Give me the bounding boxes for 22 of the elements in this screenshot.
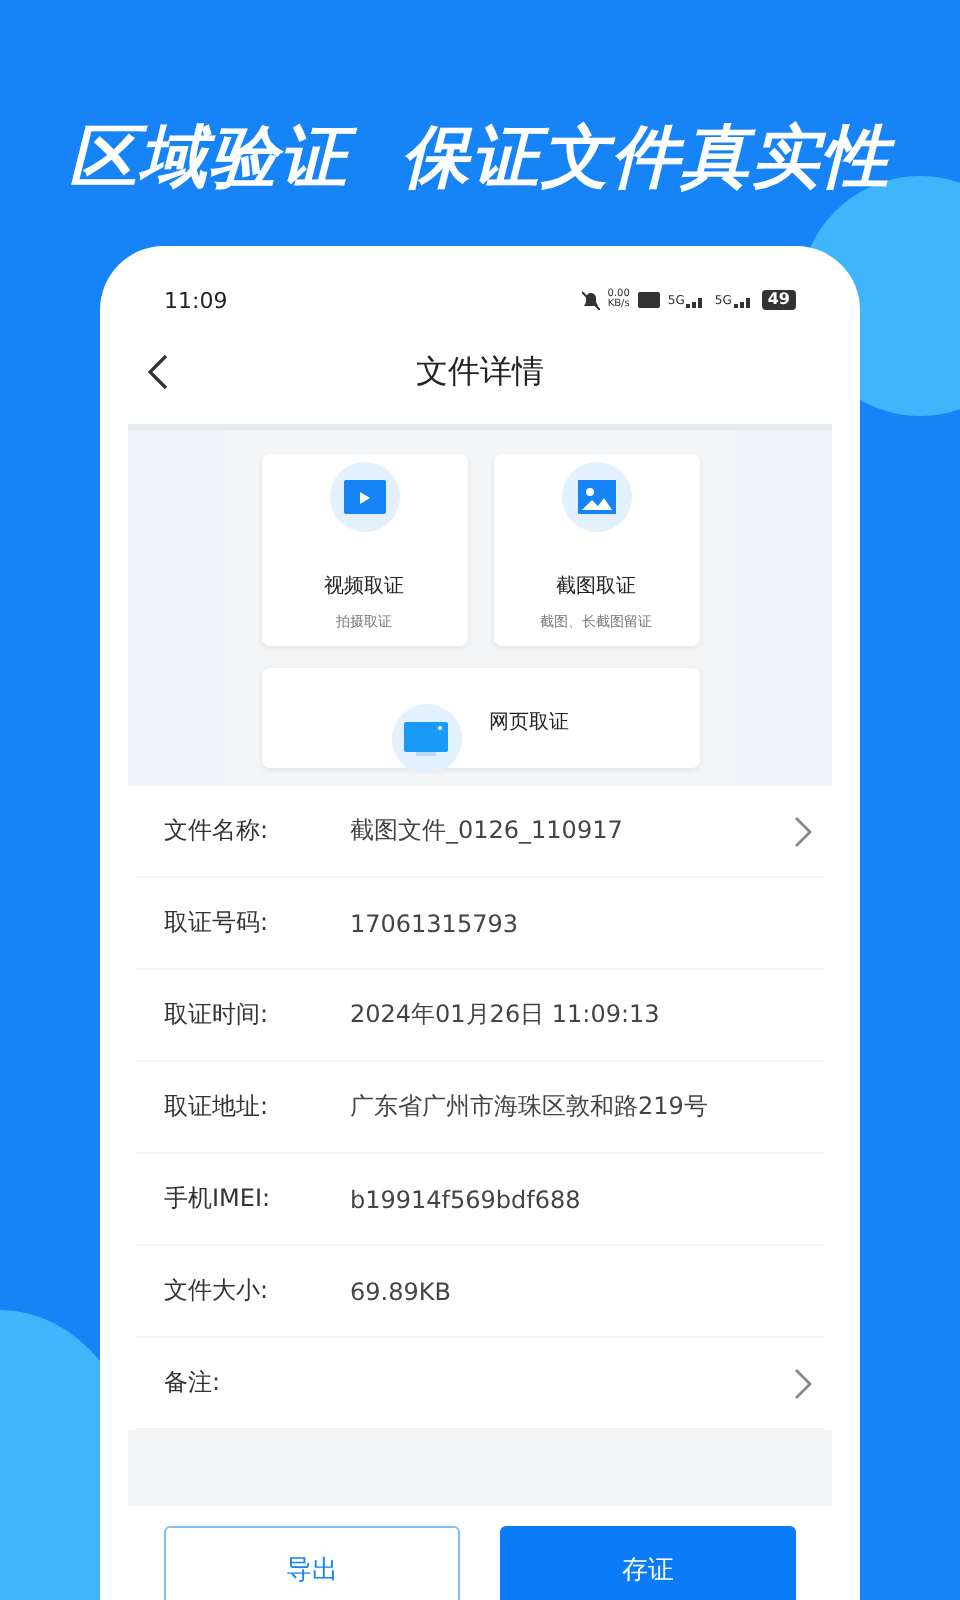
- option-title: 视频取证: [324, 573, 404, 600]
- field-label: 取证号码:: [164, 906, 271, 940]
- field-label: 备注:: [164, 1366, 223, 1400]
- battery-level: 49: [761, 290, 796, 310]
- page-title: 文件详情: [416, 351, 544, 393]
- export-button[interactable]: 导出: [164, 1526, 460, 1600]
- headline: 区域验证 保证文件真实性: [0, 0, 960, 246]
- field-label: 文件大小:: [164, 1274, 271, 1308]
- field-label: 文件名称:: [164, 814, 271, 848]
- option-title: 网页取证: [489, 710, 569, 736]
- option-title: 截图取证: [556, 573, 636, 600]
- field-label: 取证时间:: [164, 998, 271, 1032]
- field-value: b19914f569bdf688: [350, 1185, 583, 1213]
- field-value: 广东省广州市海珠区敦和路219号: [350, 1090, 710, 1124]
- field-label: 手机IMEI:: [164, 1182, 273, 1216]
- field-value: 截图文件_0126_110917: [350, 814, 625, 848]
- field-value: 2024年01月26日 11:09:13: [350, 998, 662, 1032]
- status-time: 11:09: [164, 287, 230, 313]
- save-evidence-button[interactable]: 存证: [500, 1526, 796, 1600]
- field-value: 17061315793: [350, 909, 520, 937]
- field-value: 69.89KB: [350, 1277, 453, 1305]
- field-label: 取证地址:: [164, 1090, 271, 1124]
